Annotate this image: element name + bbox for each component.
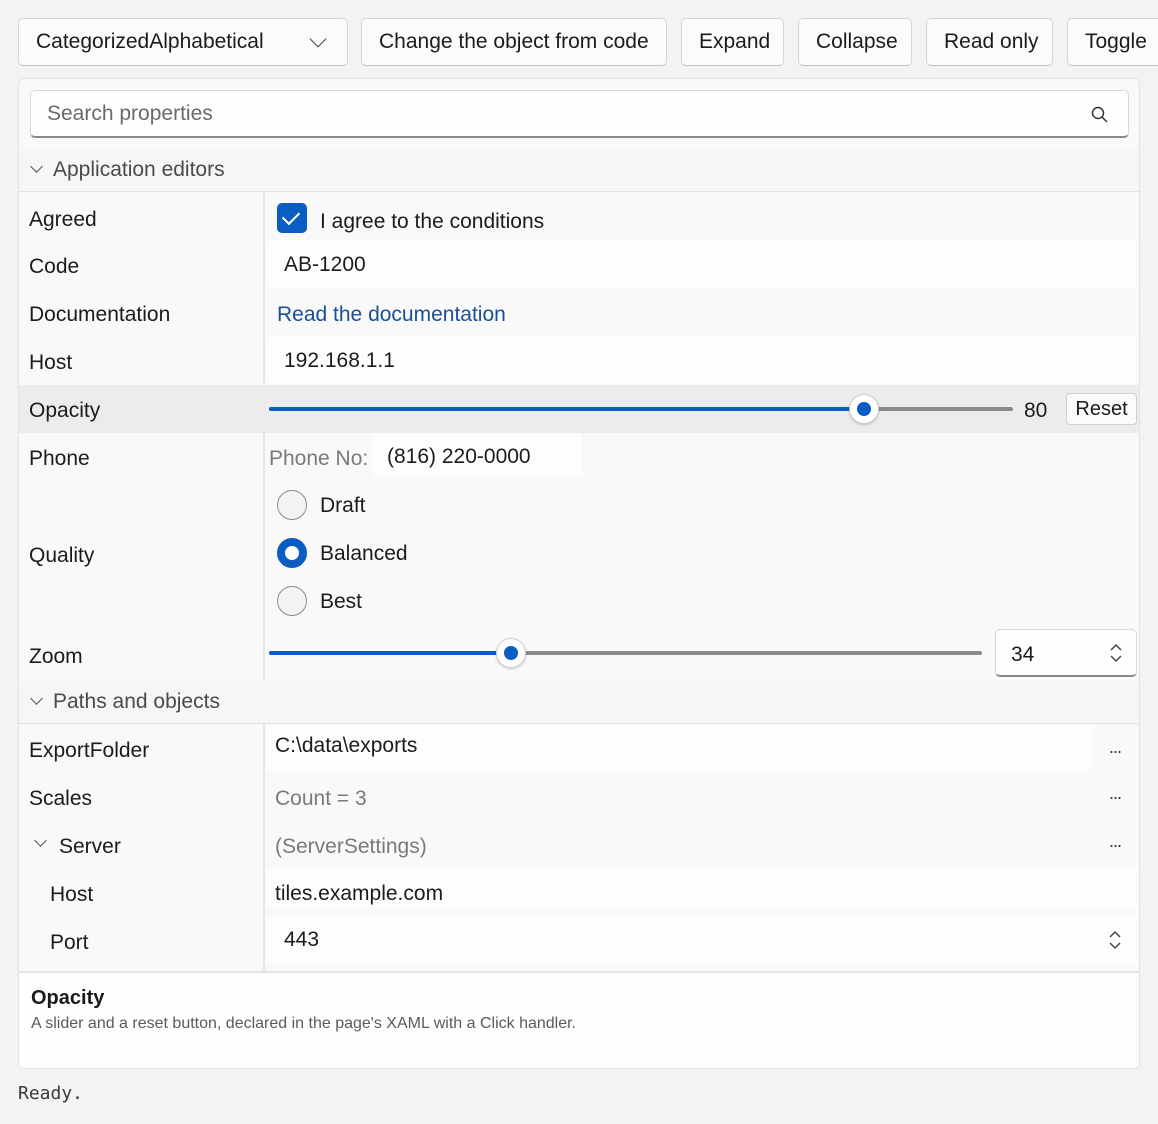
sort-mode-value: CategorizedAlphabetical (36, 30, 264, 53)
chevron-down-icon[interactable] (30, 692, 43, 705)
server-port-field[interactable]: 443 (267, 917, 1139, 963)
chevron-down-icon (309, 30, 327, 48)
quality-option-label: Balanced (320, 542, 408, 565)
opacity-slider-thumb[interactable] (849, 394, 880, 424)
phone-value: (816) 220-0000 (387, 445, 531, 468)
search-placeholder: Search properties (47, 102, 213, 125)
server-value: (ServerSettings) (275, 835, 427, 858)
property-grid: Search properties Application editors Ag… (18, 78, 1140, 1069)
property-row-documentation: Documentation Read the documentation (19, 289, 1139, 337)
opacity-reset-button[interactable]: Reset (1066, 393, 1137, 425)
phone-label: Phone No: (269, 447, 369, 470)
chevron-down-icon[interactable] (30, 160, 43, 173)
category-label: Application editors (53, 158, 225, 181)
spin-updown-icon[interactable] (1108, 641, 1124, 665)
property-name: Opacity (29, 399, 101, 422)
property-row-code: Code AB-1200 (19, 241, 1139, 289)
property-row-export-folder: ExportFolder C:\data\exports ... (19, 725, 1139, 773)
property-row-quality: Quality Draft Balanced Best (19, 481, 1139, 629)
category-application-editors[interactable]: Application editors (19, 149, 1139, 192)
property-row-zoom: Zoom 34 (19, 629, 1139, 681)
server-port-value: 443 (284, 928, 320, 951)
toggle-button[interactable]: Toggle (1067, 18, 1158, 66)
property-name: Phone (29, 447, 90, 470)
code-field[interactable]: AB-1200 (267, 241, 1139, 287)
read-only-button[interactable]: Read only (926, 18, 1053, 66)
opacity-slider[interactable] (269, 407, 1013, 411)
collapse-button[interactable]: Collapse (798, 18, 912, 66)
quality-option-label: Draft (320, 494, 366, 517)
property-name: Agreed (29, 208, 97, 231)
zoom-value: 34 (1011, 643, 1035, 666)
expand-button[interactable]: Expand (681, 18, 784, 66)
description-panel: Opacity A slider and a reset button, dec… (19, 973, 1139, 1068)
property-name: Quality (29, 544, 95, 567)
server-host-field[interactable]: tiles.example.com (267, 869, 1139, 907)
export-folder-more-button[interactable]: ... (1109, 737, 1122, 758)
change-object-button[interactable]: Change the object from code (361, 18, 667, 66)
opacity-slider-fill (269, 407, 865, 411)
property-row-host: Host 192.168.1.1 (19, 337, 1139, 385)
documentation-link[interactable]: Read the documentation (277, 303, 506, 327)
host-field[interactable]: 192.168.1.1 (267, 337, 1139, 383)
scales-more-button[interactable]: ... (1109, 783, 1122, 804)
toolbar: CategorizedAlphabetical Change the objec… (0, 0, 1158, 78)
spin-updown-icon[interactable] (1107, 928, 1123, 952)
status-text: Ready. (18, 1083, 84, 1104)
category-label: Paths and objects (53, 690, 220, 713)
zoom-slider[interactable] (269, 651, 982, 655)
property-row-server: Server (ServerSettings) ... (19, 821, 1139, 869)
quality-option-label: Best (320, 590, 363, 613)
phone-field[interactable]: (816) 220-0000 (373, 433, 582, 477)
export-folder-field[interactable]: C:\data\exports (267, 725, 1092, 771)
sort-mode-dropdown[interactable]: CategorizedAlphabetical (18, 18, 348, 66)
agreed-checkbox[interactable] (277, 203, 307, 233)
property-row-opacity[interactable]: Opacity 80 Reset (19, 385, 1139, 433)
server-host-value: tiles.example.com (275, 882, 444, 905)
property-name: Code (29, 255, 80, 278)
quality-best-radio[interactable] (277, 586, 307, 616)
zoom-slider-fill (269, 651, 512, 655)
property-name: Documentation (29, 303, 171, 326)
quality-draft-radio[interactable] (277, 490, 307, 520)
property-name: Host (29, 351, 73, 374)
server-more-button[interactable]: ... (1109, 831, 1122, 852)
description-title: Opacity (31, 987, 105, 1009)
property-name: Port (50, 931, 89, 954)
export-folder-value: C:\data\exports (275, 734, 418, 757)
zoom-number-box[interactable]: 34 (995, 629, 1137, 677)
chevron-down-icon[interactable] (34, 834, 47, 847)
property-row-server-port: Port 443 (19, 917, 1139, 965)
agreed-label: I agree to the conditions (320, 210, 545, 233)
property-row-server-host: Host tiles.example.com (19, 869, 1139, 917)
description-text: A slider and a reset button, declared in… (31, 1015, 576, 1032)
property-name: ExportFolder (29, 739, 150, 762)
scales-value: Count = 3 (275, 787, 367, 810)
quality-balanced-radio[interactable] (277, 538, 307, 568)
opacity-value: 80 (1024, 399, 1048, 422)
property-name: Server (59, 835, 121, 858)
property-name: Zoom (29, 645, 83, 668)
property-row-scales: Scales Count = 3 ... (19, 773, 1139, 821)
search-icon (1091, 106, 1108, 123)
host-value: 192.168.1.1 (284, 349, 395, 372)
property-row-agreed: Agreed I agree to the conditions (19, 193, 1139, 241)
code-value: AB-1200 (284, 253, 366, 276)
property-name: Host (50, 883, 94, 906)
zoom-slider-thumb[interactable] (496, 638, 527, 668)
property-name: Scales (29, 787, 93, 810)
search-input[interactable]: Search properties (30, 90, 1129, 138)
property-row-phone: Phone Phone No: (816) 220-0000 (19, 433, 1139, 481)
category-paths-and-objects[interactable]: Paths and objects (19, 681, 1139, 724)
